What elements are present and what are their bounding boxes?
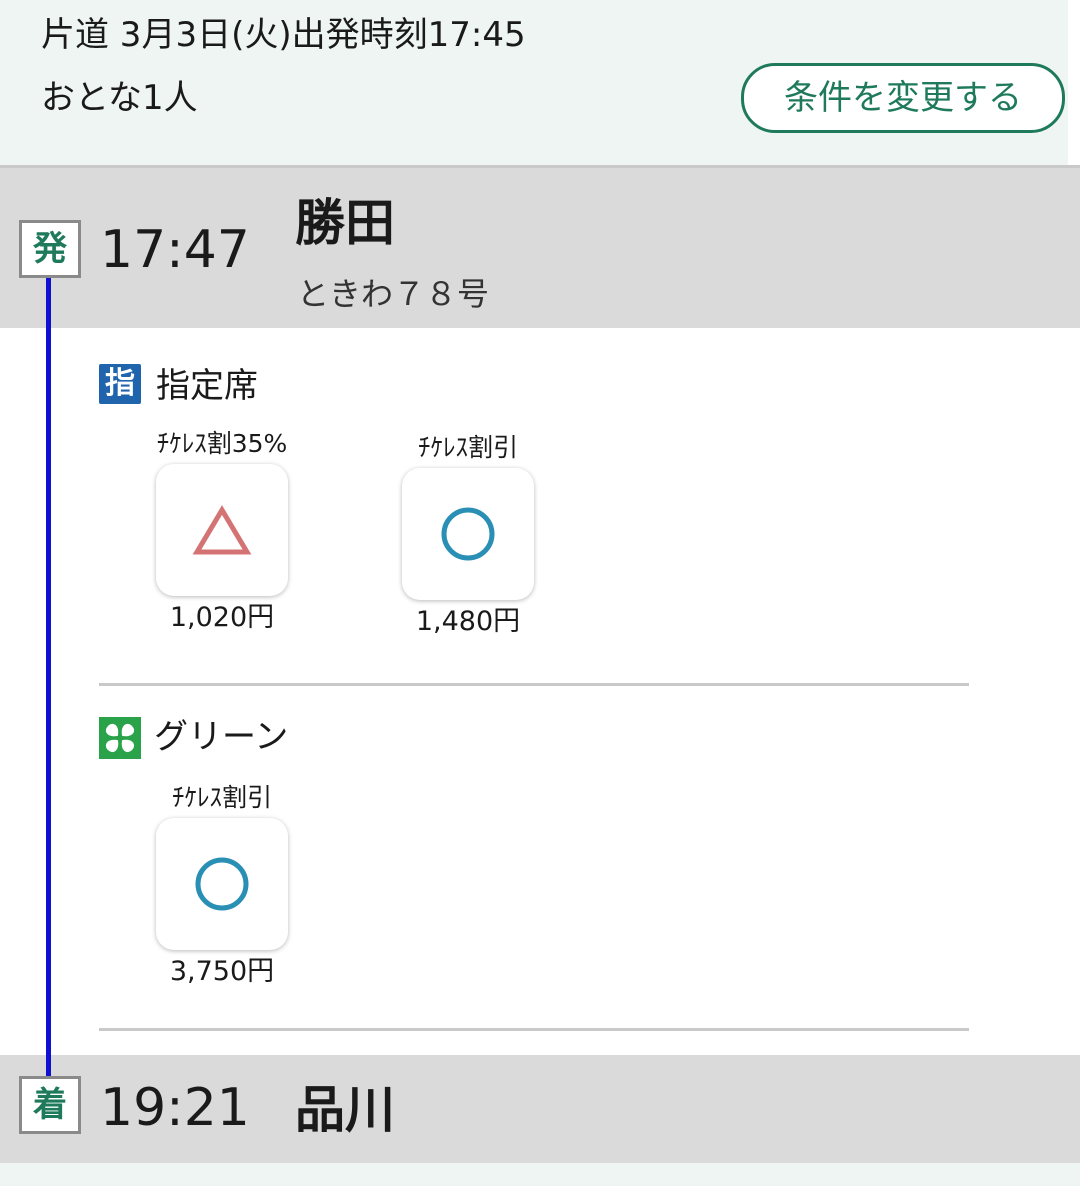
arrival-badge: 着 bbox=[19, 1076, 81, 1134]
fare-card-button[interactable] bbox=[156, 464, 288, 596]
fare-option-reserved-discount: ﾁｹﾚｽ割引 1,480円 bbox=[378, 432, 558, 640]
fare-card-button[interactable] bbox=[156, 818, 288, 950]
section-divider bbox=[99, 683, 969, 686]
train-fare-page: 片道 3月3日(火)出発時刻17:45 おとな1人 条件を変更する 発 17:4… bbox=[0, 0, 1080, 1186]
section-divider bbox=[99, 1028, 969, 1031]
fare-price: 3,750円 bbox=[169, 956, 275, 987]
circle-availability-icon bbox=[195, 857, 249, 911]
arrival-time: 19:21 bbox=[100, 1078, 250, 1138]
fare-price: 1,480円 bbox=[415, 606, 521, 637]
search-conditions-header: 片道 3月3日(火)出発時刻17:45 おとな1人 条件を変更する bbox=[0, 0, 1068, 165]
departure-station: 勝田 bbox=[295, 194, 395, 252]
fare-option-reserved-35: ﾁｹﾚｽ割35% 1,020円 bbox=[132, 428, 312, 636]
fare-label: ﾁｹﾚｽ割35% bbox=[156, 429, 288, 458]
fare-option-green-discount: ﾁｹﾚｽ割引 3,750円 bbox=[132, 782, 312, 990]
passenger-count: おとな1人 bbox=[41, 78, 198, 118]
route-line bbox=[46, 275, 51, 1085]
trip-info: 片道 3月3日(火)出発時刻17:45 bbox=[41, 15, 526, 55]
seat-type-title-reserved: 指定席 bbox=[156, 366, 258, 406]
change-conditions-button[interactable]: 条件を変更する bbox=[741, 63, 1065, 133]
fare-card-button[interactable] bbox=[402, 468, 534, 600]
green-car-clover-icon bbox=[99, 717, 141, 759]
reserved-seat-icon: 指 bbox=[99, 364, 141, 404]
fare-price: 1,020円 bbox=[169, 602, 275, 633]
fare-label: ﾁｹﾚｽ割引 bbox=[417, 433, 518, 462]
triangle-availability-icon bbox=[192, 505, 252, 555]
fare-label: ﾁｹﾚｽ割引 bbox=[171, 783, 272, 812]
departure-time: 17:47 bbox=[100, 220, 250, 280]
train-name: ときわ７８号 bbox=[297, 275, 490, 313]
circle-availability-icon bbox=[441, 507, 495, 561]
arrival-station: 品川 bbox=[295, 1081, 395, 1139]
departure-badge: 発 bbox=[19, 220, 81, 278]
bottom-strip bbox=[0, 1163, 1080, 1186]
seat-type-title-green: グリーン bbox=[154, 717, 289, 757]
